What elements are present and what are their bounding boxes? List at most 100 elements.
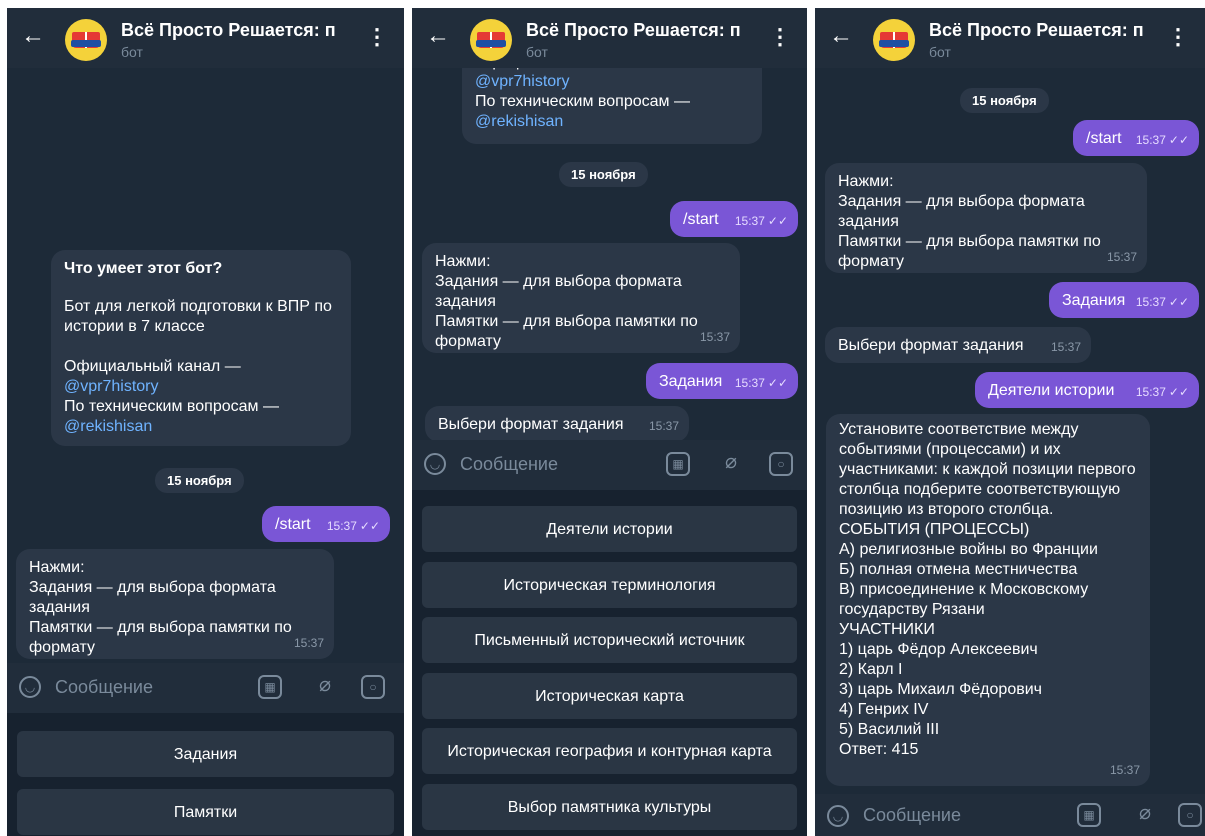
- question-message: Установите соответствие между событиями …: [826, 414, 1150, 786]
- back-arrow-icon[interactable]: ←: [829, 24, 853, 48]
- support-label: По техническим вопросам —: [475, 93, 690, 110]
- support-label: По техническим вопросам —: [64, 398, 279, 415]
- message-time: 15:37: [293, 636, 324, 650]
- choose-format-message: Выбери формат задания 15:37: [825, 327, 1091, 363]
- channel-link[interactable]: @vpr7history: [475, 72, 749, 92]
- more-options-icon[interactable]: ⋮: [366, 26, 388, 48]
- double-check-icon: ✓✓: [767, 376, 788, 390]
- channel-link[interactable]: @vpr7history: [64, 377, 338, 397]
- message-composer: ◡ Сообщение ▦ ⌀ ○: [815, 794, 1205, 836]
- back-arrow-icon[interactable]: ←: [426, 24, 450, 48]
- tasks-message-text: Задания: [659, 373, 723, 390]
- intro-title: Что умеет этот бот?: [64, 260, 223, 277]
- bot-intro-bubble: Что умеет этот бот? Бот для легкой подго…: [51, 250, 351, 446]
- support-link[interactable]: @rekishisan: [475, 112, 749, 132]
- double-check-icon: ✓✓: [767, 214, 788, 228]
- tasks-message-text: Задания: [1062, 292, 1126, 309]
- tasks-message: Задания 15:37 ✓✓: [1049, 282, 1199, 318]
- chat-subtitle: бот: [929, 44, 951, 60]
- attach-icon[interactable]: ⌀: [313, 675, 337, 699]
- start-message: /start 15:37 ✓✓: [670, 201, 798, 237]
- message-time: 15:37: [1135, 133, 1166, 147]
- chat-title[interactable]: Всё Просто Решается: п: [929, 20, 1159, 41]
- chat-title[interactable]: Всё Просто Решается: п: [121, 20, 351, 41]
- start-message: /start 15:37 ✓✓: [1073, 120, 1199, 156]
- chat-screen-2: ← Всё Просто Решается: п бот ⋮ Официальн…: [412, 8, 807, 836]
- help-text: Нажми: Задания — для выбора формата зада…: [435, 253, 698, 350]
- start-message-text: /start: [1086, 130, 1122, 147]
- more-options-icon[interactable]: ⋮: [1167, 26, 1189, 48]
- question-text: Установите соответствие между событиями …: [839, 421, 1136, 758]
- message-time: 15:37: [1135, 385, 1166, 399]
- message-time: 15:37: [1109, 763, 1140, 777]
- attach-icon[interactable]: ⌀: [1133, 803, 1157, 827]
- chat-header: ← Всё Просто Решается: п бот ⋮: [412, 8, 807, 68]
- double-check-icon: ✓✓: [1168, 133, 1189, 147]
- bot-avatar[interactable]: [65, 19, 107, 61]
- keyboard-button-terminology[interactable]: Историческая терминология: [422, 562, 797, 608]
- reply-keyboard: Деятели истории Историческая терминологи…: [412, 490, 807, 836]
- camera-icon[interactable]: ○: [769, 452, 793, 476]
- keyboard-button-culture[interactable]: Выбор памятника культуры: [422, 784, 797, 830]
- camera-icon[interactable]: ○: [361, 675, 385, 699]
- choose-format-message: Выбери формат задания 15:37: [425, 406, 689, 442]
- keyboard-button-figures[interactable]: Деятели истории: [422, 506, 797, 552]
- chat-subtitle: бот: [121, 44, 143, 60]
- keyboard-button-written-source[interactable]: Письменный исторический источник: [422, 617, 797, 663]
- camera-icon[interactable]: ○: [1178, 803, 1202, 827]
- chat-screen-3: ← Всё Просто Решается: п бот ⋮ 15 ноября…: [815, 8, 1205, 836]
- double-check-icon: ✓✓: [1168, 295, 1189, 309]
- help-message: Нажми: Задания — для выбора формата зада…: [422, 243, 740, 353]
- date-separator: 15 ноября: [960, 88, 1049, 113]
- start-message-text: /start: [683, 211, 719, 228]
- start-message: /start 15:37 ✓✓: [262, 506, 390, 542]
- stickers-icon[interactable]: ▦: [1077, 803, 1101, 827]
- help-message: Нажми: Задания — для выбора формата зада…: [825, 163, 1147, 273]
- back-arrow-icon[interactable]: ←: [21, 24, 45, 48]
- bot-avatar[interactable]: [873, 19, 915, 61]
- figures-message: Деятели истории 15:37 ✓✓: [975, 372, 1199, 408]
- message-composer: ◡ Сообщение ▦ ⌀ ○: [412, 440, 807, 490]
- message-input[interactable]: Сообщение: [460, 454, 558, 475]
- start-message-text: /start: [275, 516, 311, 533]
- chat-header: ← Всё Просто Решается: п бот ⋮: [815, 8, 1205, 68]
- stickers-icon[interactable]: ▦: [258, 675, 282, 699]
- message-composer: ◡ Сообщение ▦ ⌀ ○: [7, 663, 404, 713]
- message-time: 15:37: [734, 376, 765, 390]
- chat-title[interactable]: Всё Просто Решается: п: [526, 20, 756, 41]
- chat-screen-1: ← Всё Просто Решается: п бот ⋮ Что умеет…: [7, 8, 404, 836]
- message-input[interactable]: Сообщение: [55, 677, 153, 698]
- message-time: 15:37: [1135, 295, 1166, 309]
- attach-icon[interactable]: ⌀: [719, 452, 743, 476]
- channel-label: Официальный канал —: [64, 358, 241, 375]
- double-check-icon: ✓✓: [1168, 385, 1189, 399]
- message-time: 15:37: [1050, 340, 1081, 354]
- message-time: 15:37: [734, 214, 765, 228]
- reply-keyboard: Задания Памятки: [7, 713, 404, 836]
- emoji-icon[interactable]: ◡: [19, 676, 41, 698]
- stickers-icon[interactable]: ▦: [666, 452, 690, 476]
- message-input[interactable]: Сообщение: [863, 805, 961, 826]
- more-options-icon[interactable]: ⋮: [769, 26, 791, 48]
- message-time: 15:37: [1106, 250, 1137, 264]
- support-link[interactable]: @rekishisan: [64, 417, 338, 437]
- emoji-icon[interactable]: ◡: [827, 805, 849, 827]
- date-separator: 15 ноября: [559, 162, 648, 187]
- keyboard-button-geography[interactable]: Историческая география и контурная карта: [422, 728, 797, 774]
- keyboard-button-memos[interactable]: Памятки: [17, 789, 394, 835]
- help-message: Нажми: Задания — для выбора формата зада…: [16, 549, 334, 659]
- message-time: 15:37: [326, 519, 357, 533]
- tasks-message: Задания 15:37 ✓✓: [646, 363, 798, 399]
- intro-text: Бот для легкой подготовки к ВПР по истор…: [64, 298, 332, 335]
- help-text: Нажми: Задания — для выбора формата зада…: [838, 173, 1101, 270]
- emoji-icon[interactable]: ◡: [424, 453, 446, 475]
- bot-avatar[interactable]: [470, 19, 512, 61]
- keyboard-button-map[interactable]: Историческая карта: [422, 673, 797, 719]
- date-separator: 15 ноября: [155, 468, 244, 493]
- chat-header: ← Всё Просто Решается: п бот ⋮: [7, 8, 404, 68]
- message-time: 15:37: [648, 419, 679, 433]
- help-text: Нажми: Задания — для выбора формата зада…: [29, 559, 292, 656]
- figures-message-text: Деятели истории: [988, 382, 1115, 399]
- message-time: 15:37: [699, 330, 730, 344]
- keyboard-button-tasks[interactable]: Задания: [17, 731, 394, 777]
